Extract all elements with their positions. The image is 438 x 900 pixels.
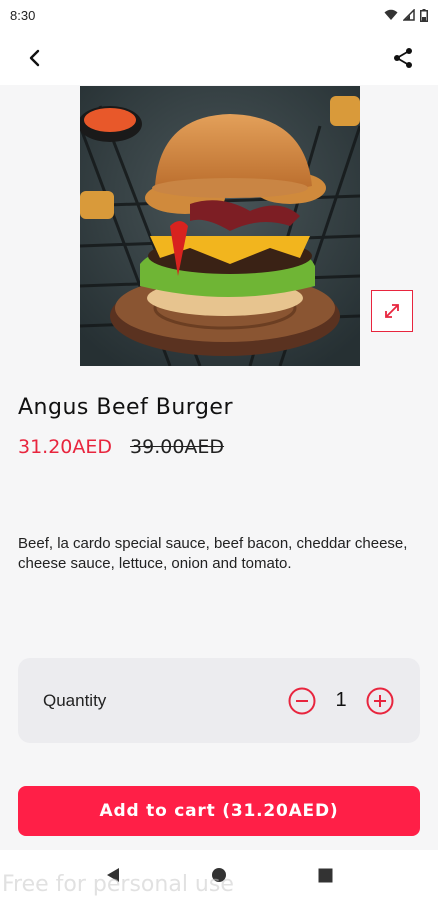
system-nav-bar (0, 850, 438, 900)
nav-back-button[interactable] (93, 855, 133, 895)
price-row: 31.20AED 39.00AED (18, 436, 224, 458)
chevron-left-icon (29, 49, 40, 66)
product-image (80, 86, 360, 366)
back-triangle-icon (107, 868, 119, 882)
minus-circle-icon (288, 687, 316, 714)
share-button[interactable] (388, 43, 418, 73)
decrement-button[interactable] (287, 686, 317, 716)
battery-icon (420, 8, 428, 22)
status-time: 8:30 (10, 7, 36, 23)
product-description: Beef, la cardo special sauce, beef bacon… (18, 535, 408, 572)
burger-illustration (80, 86, 360, 366)
add-to-cart-button[interactable]: Add to cart (31.20AED) (18, 786, 420, 836)
nav-home-button[interactable] (199, 855, 239, 895)
quantity-label: Quantity (43, 690, 107, 710)
share-icon (394, 47, 412, 68)
signal-icon (403, 9, 415, 21)
status-icons (384, 8, 428, 22)
plus-circle-icon (366, 687, 394, 714)
increment-button[interactable] (365, 686, 395, 716)
home-circle-icon (212, 868, 226, 882)
original-price: 39.00AED (130, 436, 225, 458)
nav-recents-button[interactable] (305, 855, 345, 895)
wifi-icon (384, 9, 398, 21)
expand-image-button[interactable] (371, 290, 413, 332)
expand-icon (385, 304, 399, 318)
current-price: 31.20AED (18, 436, 113, 458)
quantity-card: Quantity 1 (18, 658, 420, 743)
quantity-value: 1 (335, 689, 347, 711)
status-bar: 8:30 (0, 0, 438, 30)
back-button[interactable] (20, 43, 50, 73)
product-title: Angus Beef Burger (18, 395, 233, 420)
recents-square-icon (318, 868, 332, 882)
app-bar (0, 30, 438, 85)
quantity-stepper: 1 (287, 686, 395, 716)
